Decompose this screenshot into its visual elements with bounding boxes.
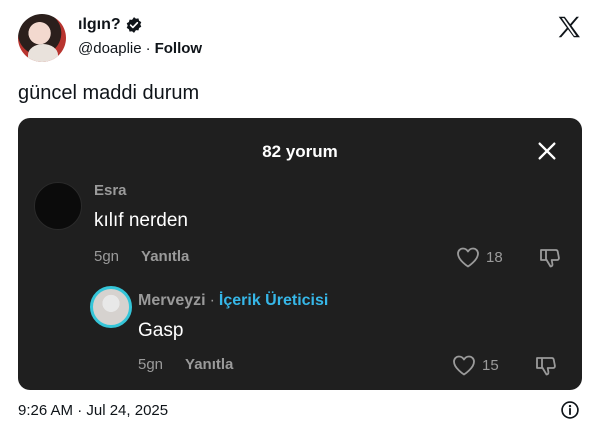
like-button[interactable]: 18	[456, 246, 503, 268]
tweet-footer: 9:26 AM · Jul 24, 2025	[18, 400, 582, 422]
creator-badge: İçerik Üreticisi	[218, 292, 329, 309]
comment-reply-item: Merveyzi · İçerik Üreticisi Gasp 5gn Yan…	[18, 286, 582, 386]
reply-button[interactable]: Yanıtla	[185, 356, 233, 373]
separator-dot: ·	[209, 292, 215, 309]
like-count: 15	[482, 356, 499, 374]
tweet-media-screenshot[interactable]: 82 yorum Esra kılıf nerden 5gn Yanıtla 1…	[18, 118, 582, 390]
reply-user-row: Merveyzi · İçerik Üreticisi	[138, 292, 328, 310]
close-icon[interactable]	[536, 140, 558, 162]
verified-badge-icon	[126, 17, 141, 33]
author-handle-row: @doaplie · Follow	[78, 40, 202, 57]
tweet-timestamp[interactable]: 9:26 AM · Jul 24, 2025	[18, 402, 168, 419]
comment-username[interactable]: Esra	[94, 182, 127, 199]
thumbs-down-icon[interactable]	[538, 246, 562, 270]
x-logo-icon[interactable]	[556, 14, 582, 40]
heart-icon	[457, 247, 479, 268]
comment-item: Esra kılıf nerden 5gn Yanıtla 18	[18, 182, 582, 282]
creator-avatar[interactable]	[90, 286, 132, 328]
like-count: 18	[486, 248, 503, 266]
comment-meta: 5gn Yanıtla	[138, 356, 233, 373]
comment-meta: 5gn Yanıtla	[94, 248, 189, 265]
tweet-text: güncel maddi durum	[18, 82, 200, 104]
comment-age: 5gn	[94, 248, 120, 265]
author-avatar[interactable]	[18, 14, 66, 62]
comment-text: kılıf nerden	[94, 210, 188, 231]
comment-username[interactable]: Merveyzi	[138, 292, 206, 310]
reply-button[interactable]: Yanıtla	[141, 248, 189, 265]
comment-age: 5gn	[138, 356, 164, 373]
follow-button[interactable]: Follow	[155, 40, 203, 57]
author-display-name[interactable]: ılgın?	[78, 16, 121, 34]
author-name-row: ılgın?	[78, 16, 143, 34]
separator-dot: ·	[145, 40, 151, 57]
comments-count-title: 82 yorum	[262, 142, 338, 161]
info-icon[interactable]	[560, 400, 580, 420]
commenter-avatar[interactable]	[34, 182, 82, 230]
like-button[interactable]: 15	[452, 354, 499, 376]
thumbs-down-icon[interactable]	[534, 354, 558, 378]
comment-text: Gasp	[138, 320, 184, 341]
heart-icon	[453, 355, 475, 376]
tweet-header: ılgın? @doaplie · Follow	[18, 12, 582, 64]
author-handle[interactable]: @doaplie	[78, 40, 142, 57]
